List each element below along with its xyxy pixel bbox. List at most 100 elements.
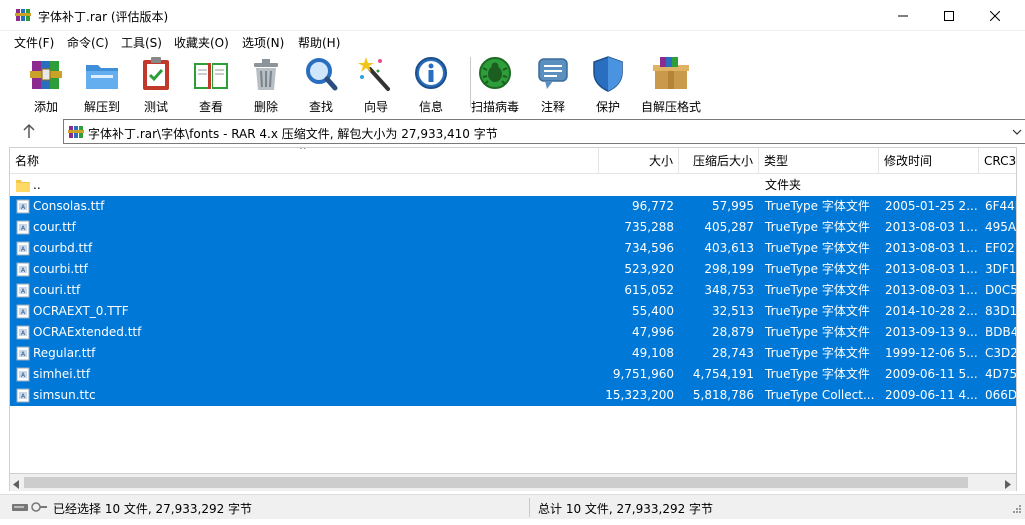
sort-ascending-icon: ^	[299, 147, 307, 156]
parent-type: 文件夹	[765, 178, 802, 192]
cell-size: 734,596	[624, 241, 674, 255]
scrollbar-thumb[interactable]	[24, 477, 968, 488]
table-row[interactable]: Acourbd.ttf 734,596 403,613 TrueType 字体文件 20…	[10, 238, 1016, 259]
file-list[interactable]: 名称 ^ 大小 压缩后大小 类型 修改时间 CRC32 .. 文件夹 ACons…	[9, 147, 1017, 474]
protect-shield-icon	[593, 56, 623, 92]
cell-size: 96,772	[632, 199, 674, 213]
cell-name: OCRAExtended.ttf	[33, 325, 142, 339]
minimize-icon	[898, 15, 908, 16]
cell-modified: 1999-12-06 5...	[885, 346, 978, 360]
table-row[interactable]: Asimhei.ttf 9,751,960 4,754,191 TrueType 字体…	[10, 364, 1016, 385]
table-row[interactable]: A Consolas.ttf 96,772 57,995 TrueType 字体文件 20…	[10, 196, 1016, 217]
archive-icon	[68, 124, 84, 140]
window-title: 字体补丁.rar (评估版本)	[38, 10, 169, 24]
cell-crc: 495A9	[985, 220, 1017, 234]
parent-folder-row[interactable]: .. 文件夹	[10, 175, 1016, 196]
cell-crc: EF027	[985, 241, 1016, 255]
cell-name: OCRAEXT_0.TTF	[33, 304, 129, 318]
scroll-right-icon[interactable]	[1004, 478, 1012, 492]
menu-bar: 文件(F) 命令(C) 工具(S) 收藏夹(O) 选项(N) 帮助(H)	[0, 31, 1025, 51]
cell-packed: 28,879	[712, 325, 754, 339]
virus-scan-icon	[479, 57, 511, 89]
cell-type: TrueType 字体文件	[765, 346, 870, 360]
menu-tools[interactable]: 工具(S)	[121, 34, 162, 51]
column-packed[interactable]: 压缩后大小	[679, 148, 759, 174]
cell-crc: C3D2	[985, 346, 1017, 360]
cell-crc: 83D1	[985, 304, 1017, 318]
cell-packed: 405,287	[704, 220, 754, 234]
menu-file[interactable]: 文件(F)	[14, 34, 54, 51]
column-modified-label: 修改时间	[884, 154, 933, 168]
menu-favorites[interactable]: 收藏夹(O)	[174, 34, 229, 51]
table-row[interactable]: Acouri.ttf 615,052 348,753 TrueType 字体文件 201…	[10, 280, 1017, 301]
cell-modified: 2014-10-28 2...	[885, 304, 978, 318]
table-row[interactable]: Acourbi.ttf 523,920 298,199 TrueType 字体文件 20…	[10, 259, 1016, 280]
view-button[interactable]: 查看	[183, 55, 239, 114]
maximize-button[interactable]	[926, 0, 972, 31]
virus-scan-button[interactable]: 扫描病毒	[467, 55, 523, 114]
maximize-icon	[944, 10, 954, 21]
cell-modified: 2013-08-03 1...	[885, 262, 978, 276]
parent-name: ..	[33, 178, 41, 192]
view-book-icon	[194, 63, 228, 89]
up-folder-button[interactable]	[19, 121, 39, 141]
horizontal-scrollbar[interactable]	[9, 474, 1017, 491]
cell-type: TrueType 字体文件	[765, 199, 870, 213]
find-button[interactable]: 查找	[293, 55, 349, 114]
path-combobox[interactable]: 字体补丁.rar\字体\fonts - RAR 4.x 压缩文件, 解包大小为 …	[63, 119, 1025, 144]
cell-type: TrueType 字体文件	[765, 367, 870, 381]
test-button[interactable]: 测试	[128, 55, 184, 114]
column-header-row: 名称 ^ 大小 压缩后大小 类型 修改时间 CRC32	[10, 147, 1017, 174]
column-packed-label: 压缩后大小	[692, 154, 753, 168]
column-name-label: 名称	[15, 154, 40, 168]
column-size[interactable]: 大小	[599, 148, 679, 174]
chevron-down-icon[interactable]	[1012, 126, 1022, 140]
column-type[interactable]: 类型	[759, 148, 879, 174]
protect-label: 保护	[595, 100, 620, 114]
menu-command[interactable]: 命令(C)	[67, 34, 109, 51]
delete-button[interactable]: 删除	[238, 55, 294, 114]
cell-crc: D0C5	[985, 283, 1017, 297]
wizard-button[interactable]: 向导	[348, 55, 404, 114]
close-button[interactable]	[972, 0, 1018, 31]
table-row[interactable]: A OCRAEXT_0.TTF 55,400 32,513 TrueType 字体文件 2…	[10, 301, 1017, 322]
column-crc[interactable]: CRC32	[979, 148, 1017, 174]
cell-name: Consolas.ttf	[33, 199, 105, 213]
extract-to-button[interactable]: 解压到	[74, 55, 130, 114]
cell-packed: 32,513	[712, 304, 754, 318]
wizard-label: 向导	[363, 100, 388, 114]
table-row[interactable]: Asimsun.ttc 15,323,200 5,818,786 TrueType C…	[10, 385, 1016, 406]
comment-button[interactable]: 注释	[525, 55, 581, 114]
status-selection-text: 已经选择 10 文件, 27,933,292 字节	[53, 502, 253, 516]
table-row[interactable]: A Regular.ttf 49,108 28,743 TrueType 字体文件 199…	[10, 343, 1017, 364]
info-button[interactable]: 信息	[403, 55, 459, 114]
scroll-left-icon[interactable]	[12, 478, 20, 492]
cell-packed: 5,818,786	[692, 388, 754, 402]
toolbar: 添加 解压到 测试 查看 删除 查找 向导 信息 扫描病毒 注释 保护 自解压格…	[9, 51, 1015, 116]
cell-size: 9,751,960	[612, 367, 674, 381]
cell-modified: 2013-08-03 1...	[885, 220, 978, 234]
cell-type: TrueType 字体文件	[765, 241, 870, 255]
delete-trash-icon	[254, 59, 278, 90]
column-modified[interactable]: 修改时间	[879, 148, 979, 174]
winrar-app-icon	[15, 7, 31, 23]
test-clipboard-icon	[143, 57, 169, 90]
cell-name: simsun.ttc	[33, 388, 96, 402]
cell-size: 15,323,200	[605, 388, 674, 402]
table-row[interactable]: A OCRAExtended.ttf 47,996 28,879 TrueType 字体…	[10, 322, 1016, 343]
cell-modified: 2013-08-03 1...	[885, 283, 978, 297]
menu-help[interactable]: 帮助(H)	[298, 34, 340, 51]
menu-options[interactable]: 选项(N)	[242, 34, 284, 51]
minimize-button[interactable]	[880, 0, 926, 31]
table-row[interactable]: Acour.ttf 735,288 405,287 TrueType 字体文件 2013…	[10, 217, 1017, 238]
column-crc-label: CRC32	[984, 154, 1017, 168]
add-button[interactable]: 添加	[18, 55, 74, 114]
find-magnifier-icon	[306, 58, 338, 91]
cell-packed: 28,743	[712, 346, 754, 360]
find-label: 查找	[308, 100, 333, 114]
protect-button[interactable]: 保护	[580, 55, 636, 114]
sfx-button[interactable]: 自解压格式	[635, 55, 707, 114]
cell-modified: 2009-06-11 5...	[885, 367, 978, 381]
resize-grip-icon[interactable]	[1011, 502, 1021, 516]
delete-label: 删除	[253, 100, 278, 114]
